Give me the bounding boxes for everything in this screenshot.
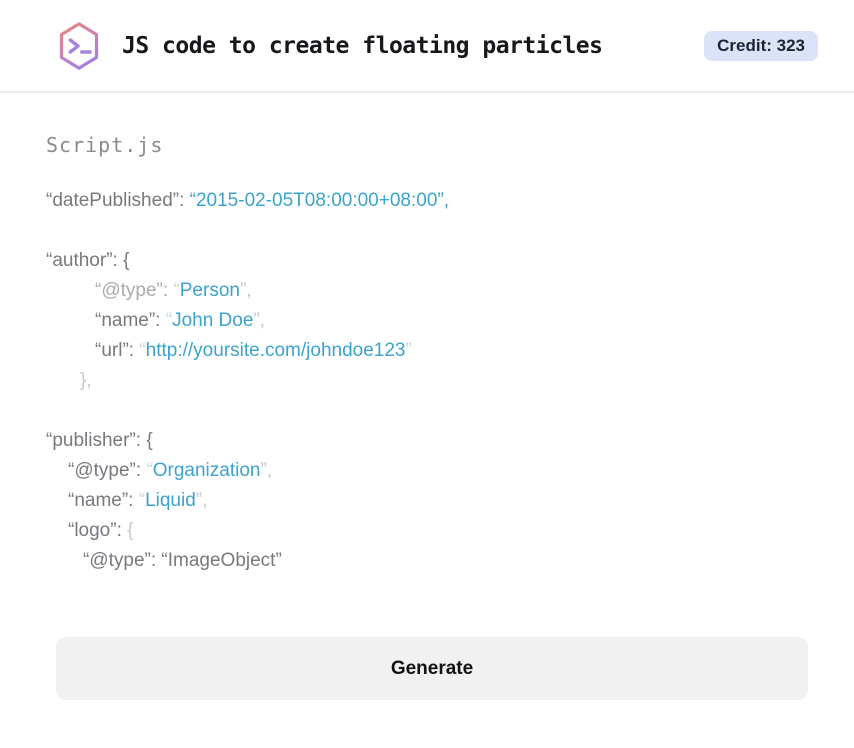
code-block: “datePublished”: “2015-02-05T08:00:00+08… (46, 186, 808, 576)
app-window: JS code to create floating particles Cre… (0, 0, 854, 700)
code-line: “datePublished”: “2015-02-05T08:00:00+08… (46, 186, 808, 216)
code-segment: “2015-02-05T08:00:00+08:00”, (189, 190, 449, 211)
code-segment: ”, (195, 490, 208, 511)
code-segment: { (127, 520, 134, 541)
code-segment: “name”: (68, 490, 139, 511)
code-line: “@type”: “Person”, (46, 276, 808, 306)
code-segment: “@type”: “ImageObject” (83, 550, 282, 571)
code-segment: “name”: (95, 310, 166, 331)
code-segment: “url”: (95, 340, 140, 361)
generate-button[interactable]: Generate (56, 637, 808, 700)
code-line: “url”: “http://yoursite.com/johndoe123” (46, 336, 808, 366)
code-segment: Person (179, 280, 240, 301)
code-segment: “logo”: (68, 520, 128, 541)
code-segment: ”, (260, 460, 273, 481)
code-segment: Organization (152, 460, 261, 481)
code-line: }, (46, 366, 808, 396)
code-segment: “@type”: (68, 460, 147, 481)
code-segment: “publisher”: { (46, 430, 153, 451)
code-segment: http://yoursite.com/johndoe123 (145, 340, 406, 361)
code-segment: “datePublished”: (46, 190, 190, 211)
code-segment: “@type”: (95, 280, 174, 301)
code-segment: }, (80, 370, 92, 391)
code-line: “@type”: “ImageObject” (46, 546, 808, 576)
main-content: Script.js “datePublished”: “2015-02-05T0… (0, 133, 854, 700)
code-segment: “author”: { (46, 250, 130, 271)
header: JS code to create floating particles Cre… (0, 0, 854, 93)
code-segment: Liquid (145, 490, 196, 511)
code-line: “name”: “Liquid”, (46, 486, 808, 516)
code-line: “logo”: { (46, 516, 808, 546)
code-segment: ”, (253, 310, 266, 331)
code-segment: John Doe (172, 310, 254, 331)
filename-heading: Script.js (46, 133, 164, 157)
code-line: “author”: { (46, 246, 808, 276)
code-segment: ”, (239, 280, 252, 301)
credit-badge: Credit: 323 (704, 30, 818, 61)
code-segment: ” (405, 340, 412, 361)
terminal-hexagon-icon (56, 20, 102, 72)
code-line: “publisher”: { (46, 426, 808, 456)
page-title: JS code to create floating particles (122, 32, 603, 59)
code-line: “@type”: “Organization”, (46, 456, 808, 486)
code-line: “name”: “John Doe”, (46, 306, 808, 336)
